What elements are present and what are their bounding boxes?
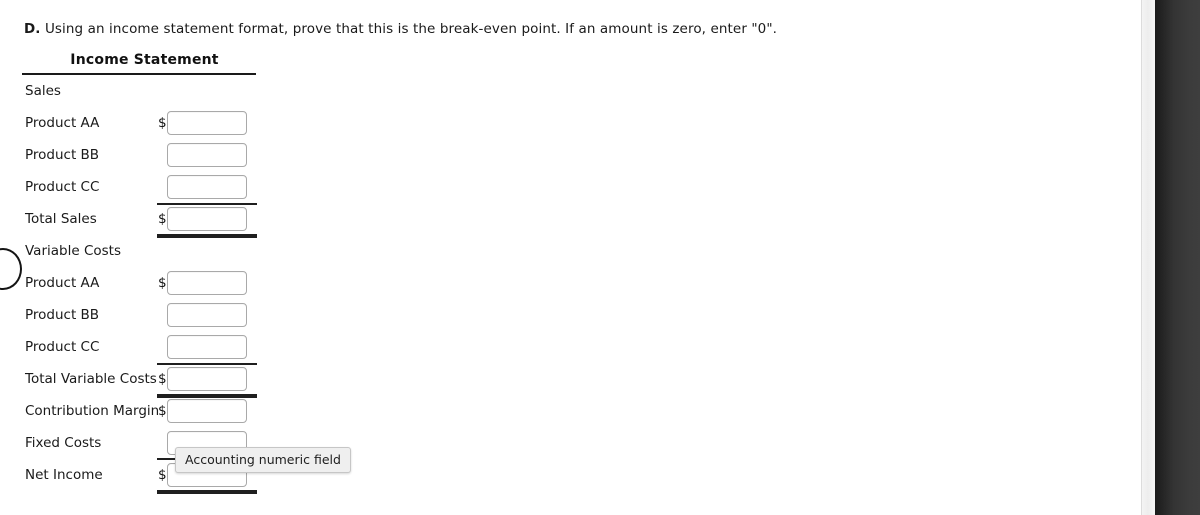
row-label: Net Income (25, 467, 103, 483)
statement-row: Product AA $ (22, 107, 267, 139)
amount-input[interactable] (167, 207, 247, 231)
subtotal-rule-top (157, 363, 257, 365)
statement-rows: Sales Product AA $ Product BB Product CC Tota… (22, 75, 267, 494)
amount-input[interactable] (167, 111, 247, 135)
statement-row: Product CC (22, 331, 267, 363)
question-text: Using an income statement format, prove … (40, 21, 778, 37)
amount-input[interactable] (167, 175, 247, 199)
income-statement-table: Income Statement Sales Product AA $ Product… (22, 52, 267, 494)
row-label: Variable Costs (25, 243, 121, 259)
statement-row: Variable Costs (22, 235, 267, 267)
amount-input[interactable] (167, 143, 247, 167)
row-label: Product BB (25, 147, 100, 163)
row-label: Product CC (25, 339, 100, 355)
statement-row: Product CC (22, 171, 267, 203)
row-label: Product CC (25, 179, 100, 195)
question-letter: D. (24, 21, 41, 37)
row-label: Total Variable Costs (25, 371, 157, 387)
browser-dark-panel (1155, 0, 1200, 515)
subtotal-rule-top (157, 203, 257, 205)
row-label: Sales (25, 83, 61, 99)
cursor-highlight-circle (0, 248, 22, 290)
row-label: Total Sales (25, 211, 97, 227)
statement-row: Product BB (22, 299, 267, 331)
amount-input[interactable] (167, 367, 247, 391)
amount-input[interactable] (167, 399, 247, 423)
field-tooltip: Accounting numeric field (175, 447, 351, 473)
worksheet-page: D. Using an income statement format, pro… (0, 0, 1141, 515)
question-instruction: D. Using an income statement format, pro… (24, 21, 777, 37)
statement-row: Contribution Margin $ (22, 395, 267, 427)
row-label: Product AA (25, 115, 100, 131)
amount-input[interactable] (167, 335, 247, 359)
row-label: Contribution Margin (25, 403, 160, 419)
row-label: Fixed Costs (25, 435, 102, 451)
income-statement-title: Income Statement (70, 52, 219, 68)
statement-row: Product BB (22, 139, 267, 171)
row-label: Product BB (25, 307, 100, 323)
row-label: Product AA (25, 275, 100, 291)
total-double-rule (157, 490, 257, 494)
statement-row: Total Variable Costs $ (22, 363, 267, 398)
statement-row: Product AA $ (22, 267, 267, 299)
amount-input[interactable] (167, 271, 247, 295)
page-scroll-gutter[interactable] (1141, 0, 1155, 515)
amount-input[interactable] (167, 303, 247, 327)
statement-row: Total Sales $ (22, 203, 267, 238)
statement-row: Sales (22, 75, 267, 107)
